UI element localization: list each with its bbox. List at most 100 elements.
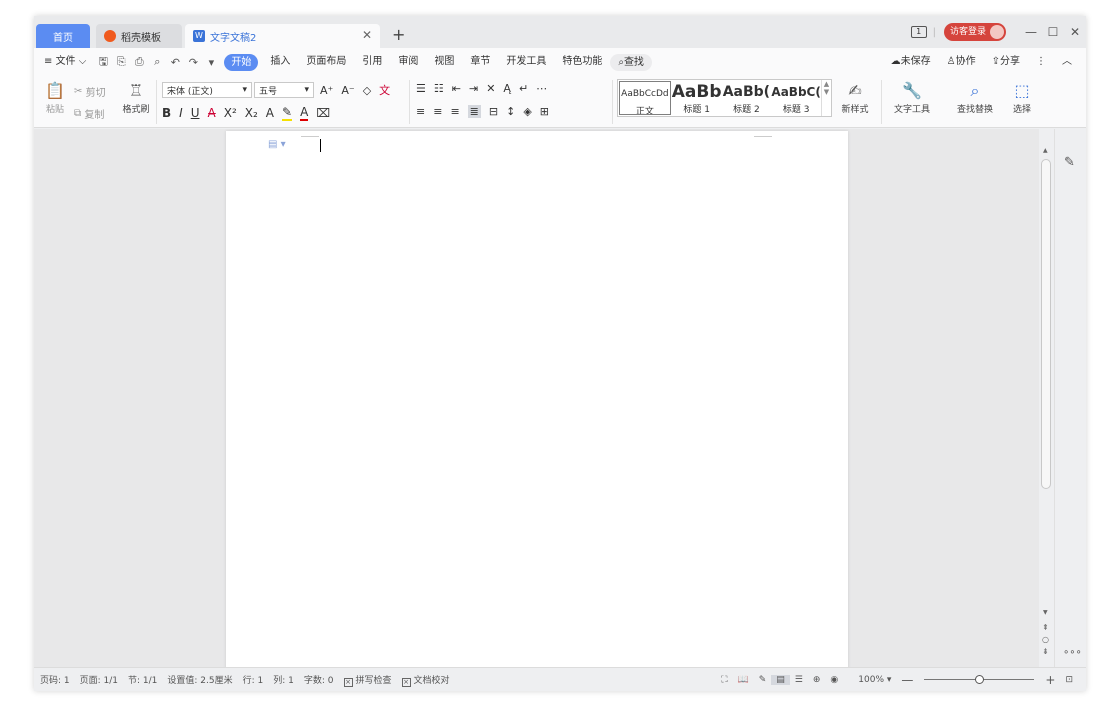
phonetic-guide-icon[interactable]: 文 — [379, 82, 390, 98]
redo-icon[interactable]: ↷ — [184, 56, 202, 69]
style-heading-1[interactable]: AaBb 标题 1 — [672, 80, 722, 116]
increase-indent-icon[interactable]: ⇥ — [469, 82, 478, 95]
highlight-icon[interactable]: ✎ — [282, 105, 293, 121]
zoom-in-icon[interactable]: + — [1040, 673, 1060, 687]
section-count[interactable]: 节: 1/1 — [123, 673, 162, 686]
tab-page-layout[interactable]: 页面布局 — [298, 48, 354, 76]
tab-insert[interactable]: 插入 — [262, 48, 298, 76]
save-icon[interactable]: 🖫 — [94, 53, 112, 72]
tab-home-ribbon[interactable]: 开始 — [224, 53, 259, 71]
outline-view-icon[interactable]: ☰ — [790, 675, 808, 685]
scrollbar-thumb[interactable] — [1041, 159, 1051, 489]
web-view-icon[interactable]: ⊕ — [808, 675, 826, 685]
align-center-icon[interactable]: ≡ — [433, 105, 442, 118]
word-count[interactable]: 字数: 0 — [299, 673, 339, 686]
tab-references[interactable]: 引用 — [354, 48, 390, 76]
export-pdf-icon[interactable]: ⎘ — [112, 55, 130, 69]
styles-scroll-icon[interactable]: ▲ ▼ — [821, 80, 831, 116]
table-tools-icon[interactable]: ⋯ — [536, 82, 547, 95]
font-color-icon[interactable]: A — [300, 105, 309, 121]
quick-access-dropdown-icon[interactable]: ▾ — [202, 56, 220, 69]
clear-format-icon[interactable]: ◇ — [363, 84, 371, 97]
page-view-icon[interactable]: ▤ — [771, 674, 790, 685]
file-menu[interactable]: ≡ 文件 ⌵ — [34, 48, 94, 76]
document-page[interactable]: ▤ ▾ — [226, 131, 848, 667]
proofread-button[interactable]: × 文档校对 — [397, 673, 455, 687]
underline-icon[interactable]: U — [191, 106, 200, 120]
font-name-select[interactable]: 宋体 (正文) ▾ — [162, 82, 252, 98]
write-mode-icon[interactable]: ✎ — [754, 675, 772, 685]
text-tools-button[interactable]: 🔧 文字工具 — [887, 80, 937, 115]
font-size-select[interactable]: 五号 ▾ — [254, 82, 314, 98]
sort-icon[interactable]: Ą — [503, 82, 511, 95]
maximize-icon[interactable]: ☐ — [1042, 25, 1064, 39]
pen-icon[interactable]: ✎ — [1064, 155, 1075, 170]
tab-review[interactable]: 审阅 — [390, 48, 426, 76]
italic-icon[interactable]: I — [179, 106, 183, 120]
next-page-icon[interactable]: ⇟ — [1042, 647, 1049, 656]
subscript-icon[interactable]: X₂ — [245, 106, 258, 120]
vertical-scrollbar[interactable]: ▲ ▼ ⇞ ○ ⇟ — [1039, 129, 1054, 667]
tab-home[interactable]: 首页 — [36, 24, 90, 48]
share-button[interactable]: ⇪分享 — [984, 48, 1028, 76]
spell-check-button[interactable]: × 拼写检查 — [339, 673, 397, 687]
prev-page-icon[interactable]: ⇞ — [1042, 623, 1049, 632]
tab-developer[interactable]: 开发工具 — [498, 48, 554, 76]
tab-chapter[interactable]: 章节 — [462, 48, 498, 76]
guest-login-button[interactable]: 访客登录 — [943, 23, 1006, 41]
tab-document[interactable]: W 文字文稿2 ✕ — [185, 24, 380, 48]
strikethrough-icon[interactable]: A̶ — [208, 106, 216, 120]
fit-page-icon[interactable]: ⊡ — [1060, 675, 1078, 685]
fullscreen-icon[interactable]: ⛶ — [716, 675, 732, 685]
scroll-down-icon[interactable]: ▼ — [1043, 609, 1048, 616]
zoom-slider-knob[interactable] — [975, 675, 985, 684]
tab-docer-templates[interactable]: 稻壳模板 — [96, 24, 182, 48]
grow-font-icon[interactable]: A⁺ — [320, 84, 333, 97]
unsaved-status[interactable]: ☁未保存 — [883, 48, 939, 76]
eye-protection-icon[interactable]: ◉ — [825, 675, 843, 685]
print-preview-icon[interactable]: ⌕ — [148, 55, 166, 69]
read-mode-icon[interactable]: 📖 — [733, 675, 754, 685]
style-heading-2[interactable]: AaBb(标题 2 — [722, 80, 772, 116]
superscript-icon[interactable]: X² — [224, 106, 237, 120]
show-marks-icon[interactable]: ↵ — [519, 82, 528, 95]
page-count[interactable]: 页面: 1/1 — [75, 673, 123, 686]
more-icon[interactable]: ∘∘∘ — [1063, 647, 1082, 658]
find-replace-button[interactable]: ⌕ 查找替换 — [946, 80, 1004, 115]
char-border-icon[interactable]: ⌧ — [316, 106, 330, 120]
chinese-layout-icon[interactable]: ✕ — [486, 82, 495, 95]
new-tab-icon[interactable]: + — [392, 25, 405, 45]
paste-options-icon[interactable]: ▤ ▾ — [268, 139, 286, 150]
style-heading-3[interactable]: AaBbC(标题 3 — [771, 80, 821, 116]
tab-special-features[interactable]: 特色功能 — [554, 48, 610, 76]
more-options-icon[interactable]: ⋮ — [1028, 48, 1054, 76]
collaborate-button[interactable]: ♙协作 — [939, 48, 984, 76]
align-right-icon[interactable]: ≡ — [450, 105, 459, 118]
shrink-font-icon[interactable]: A⁻ — [341, 84, 354, 97]
cut-button[interactable]: ✂ 剪切 — [74, 84, 106, 99]
zoom-level[interactable]: 100% ▾ — [853, 675, 896, 685]
zoom-slider[interactable] — [924, 675, 1035, 684]
collapse-ribbon-icon[interactable]: ︿ — [1054, 48, 1080, 76]
close-tab-icon[interactable]: ✕ — [362, 28, 372, 42]
book-view-icon[interactable]: 1 — [910, 26, 927, 38]
distributed-icon[interactable]: ⊟ — [489, 105, 498, 118]
justify-icon[interactable]: ≣ — [467, 105, 481, 118]
decrease-indent-icon[interactable]: ⇤ — [452, 82, 461, 95]
text-effect-icon[interactable]: A — [266, 106, 274, 120]
align-left-icon[interactable]: ≡ — [416, 105, 425, 118]
bullet-list-icon[interactable]: ☰ — [416, 82, 426, 95]
numbered-list-icon[interactable]: ☷ — [434, 82, 444, 95]
borders-icon[interactable]: ⊞ — [540, 105, 549, 118]
scroll-up-icon[interactable]: ▲ — [1043, 147, 1048, 154]
new-style-button[interactable]: ✍ 新样式 — [834, 80, 876, 115]
page-number[interactable]: 页码: 1 — [34, 673, 75, 686]
print-icon[interactable]: ⎙ — [130, 55, 148, 69]
undo-icon[interactable]: ↶ — [166, 56, 184, 69]
bold-icon[interactable]: B — [162, 106, 171, 120]
setting-value[interactable]: 设置值: 2.5厘米 — [162, 673, 237, 686]
line-spacing-icon[interactable]: ↕ — [506, 105, 515, 118]
browse-object-icon[interactable]: ○ — [1042, 635, 1049, 644]
minimize-icon[interactable]: — — [1020, 25, 1042, 39]
format-painter-button[interactable]: ♖ 格式刷 — [118, 80, 154, 115]
